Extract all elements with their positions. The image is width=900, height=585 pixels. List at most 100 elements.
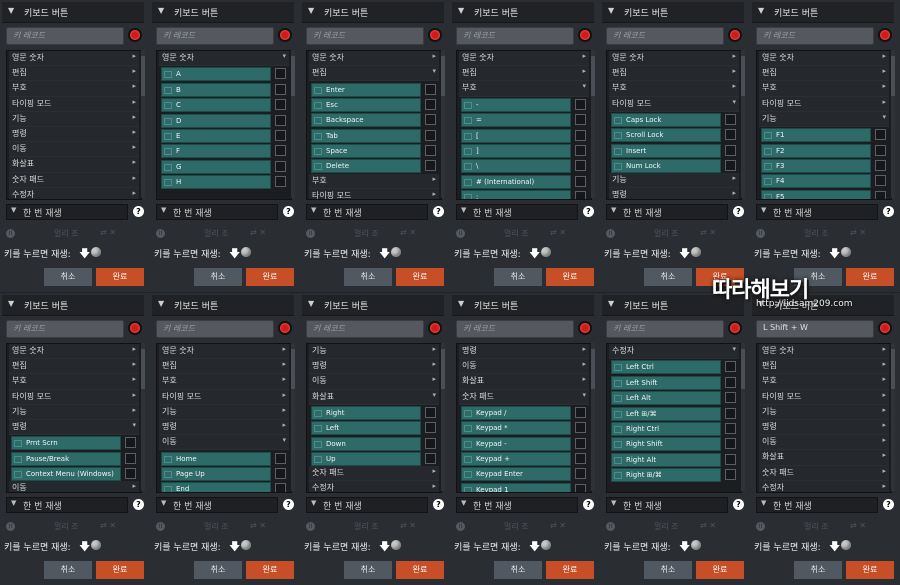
record-key-field[interactable]: 키 레코드 [306, 320, 424, 338]
category-row[interactable]: 수정자 ▸ [309, 481, 439, 492]
category-row[interactable]: 영문 숫자 ▸ [309, 51, 439, 67]
record-button[interactable] [728, 28, 742, 42]
key-item[interactable]: Right ⊞/⌘ [609, 468, 739, 482]
toggle-knob[interactable] [841, 247, 851, 257]
record-button[interactable] [278, 321, 292, 335]
toggle-knob[interactable] [91, 247, 101, 257]
done-button[interactable]: 완료 [546, 561, 594, 579]
key-checkbox[interactable] [875, 159, 886, 171]
category-row[interactable]: 부호 ▸ [309, 173, 439, 189]
key-checkbox[interactable] [425, 129, 436, 141]
record-key-field[interactable]: 키 레코드 [456, 27, 574, 45]
toggle-knob[interactable] [241, 247, 251, 257]
category-row[interactable]: 부호 ▸ [9, 374, 139, 390]
toggle-knob[interactable] [541, 540, 551, 550]
play-on-keypress-toggle[interactable]: 🡇 [227, 539, 255, 553]
key-button[interactable]: E [161, 128, 271, 143]
done-button[interactable]: 완료 [546, 268, 594, 286]
key-item[interactable]: Keypad / [459, 405, 589, 420]
category-row[interactable]: 편집 ▸ [459, 66, 589, 82]
category-row[interactable]: 영문 숫자 ▸ [9, 344, 139, 360]
category-row[interactable]: 명령 ▸ [759, 419, 889, 436]
list-scrollbar[interactable] [291, 50, 295, 198]
play-mode-dropdown[interactable]: ▼ 한 번 재생 [156, 204, 278, 220]
key-button[interactable]: F1 [761, 128, 871, 143]
key-category-list[interactable]: 영문 숫자 ▸ 편집 ▸ 부호 ▸ 타이핑 모드 ▸ 기능 ▾ F1 F2 F3 F4 F5 [756, 50, 892, 200]
key-item[interactable]: [ [459, 128, 589, 143]
key-category-list[interactable]: 기능 ▸ 명령 ▸ 이동 ▸ 화살표 ▾ Right Left Down Up 숫자 패드 ▸ 수정자 ▸ [306, 343, 442, 493]
key-button[interactable]: Left ⊞/⌘ [611, 406, 721, 421]
key-button[interactable]: Left [311, 421, 421, 436]
collapse-arrow-icon[interactable]: ▼ [8, 299, 14, 308]
category-row[interactable]: 기능 ▸ [9, 111, 139, 127]
help-icon[interactable]: ? [283, 206, 294, 217]
category-row[interactable]: 편집 ▸ [759, 359, 889, 375]
scrollbar-thumb[interactable] [891, 349, 895, 389]
category-row[interactable]: 명령 ▸ [9, 126, 139, 143]
key-checkbox[interactable] [575, 144, 586, 156]
key-checkbox[interactable] [425, 83, 436, 95]
category-row[interactable]: 명령 ▸ [309, 359, 439, 375]
key-button[interactable]: Down [311, 436, 421, 451]
category-row[interactable]: 숫자 패드 ▸ [9, 172, 139, 188]
key-item[interactable]: G [159, 159, 289, 174]
key-item[interactable]: Right [309, 405, 439, 420]
scrollbar-thumb[interactable] [591, 349, 595, 389]
record-key-field[interactable]: 키 레코드 [756, 27, 874, 45]
collapse-arrow-icon[interactable]: ▼ [458, 299, 464, 308]
key-category-list[interactable]: 영문 숫자 ▸ 편집 ▸ 부호 ▸ 타이핑 모드 ▸ 기능 ▸ 명령 ▸ 이동 ▾ Home Page Up E… [156, 343, 292, 493]
collapse-arrow-icon[interactable]: ▼ [158, 6, 164, 15]
key-button[interactable]: G [161, 159, 271, 174]
record-key-field[interactable]: 키 레코드 [6, 27, 124, 45]
key-category-list[interactable]: 영문 숫자 ▸ 편집 ▸ 부호 ▸ 타이핑 모드 ▾ Caps Lock Scroll Lock I… [606, 50, 742, 200]
key-item[interactable]: Keypad * [459, 421, 589, 436]
key-checkbox[interactable] [275, 99, 286, 111]
key-button[interactable]: Keypad - [461, 436, 571, 451]
key-checkbox[interactable] [875, 175, 886, 187]
scrollbar-thumb[interactable] [441, 349, 445, 389]
record-button[interactable] [428, 321, 442, 335]
key-checkbox[interactable] [725, 129, 736, 141]
toggle-knob[interactable] [841, 540, 851, 550]
help-icon[interactable]: ? [433, 499, 444, 510]
category-row[interactable]: 편집 ▸ [159, 359, 289, 375]
list-scrollbar[interactable] [141, 343, 145, 491]
record-key-field[interactable]: 키 레코드 [6, 320, 124, 338]
key-item[interactable]: - [459, 97, 589, 112]
key-checkbox[interactable] [725, 376, 736, 388]
key-button[interactable]: # (International) [461, 174, 571, 189]
key-checkbox[interactable] [275, 452, 286, 464]
key-category-list[interactable]: 수정자 ▾ Left Ctrl Left Shift Left Alt Left ⊞/⌘ R… [606, 343, 742, 493]
category-row[interactable]: 이동 ▸ [459, 359, 589, 375]
play-on-keypress-toggle[interactable]: 🡇 [677, 539, 705, 553]
play-on-keypress-toggle[interactable]: 🡇 [227, 246, 255, 260]
done-button[interactable]: 완료 [246, 561, 294, 579]
key-button[interactable]: ; [461, 190, 571, 199]
cancel-button[interactable]: 취소 [194, 268, 242, 286]
collapse-arrow-icon[interactable]: ▼ [308, 299, 314, 308]
key-button[interactable]: Prnt Scrn [11, 436, 121, 451]
key-button[interactable]: Left Shift [611, 375, 721, 390]
category-row[interactable]: 기능 ▸ [9, 404, 139, 420]
key-checkbox[interactable] [275, 129, 286, 141]
category-row[interactable]: 숫자 패드 ▸ [759, 465, 889, 481]
record-button[interactable] [728, 321, 742, 335]
help-icon[interactable]: ? [883, 499, 894, 510]
key-item[interactable]: Context Menu (Windows) [9, 467, 139, 482]
play-mode-dropdown[interactable]: ▼ 한 번 재생 [306, 497, 428, 513]
play-on-keypress-toggle[interactable]: 🡇 [377, 246, 405, 260]
help-icon[interactable]: ? [583, 206, 594, 217]
key-checkbox[interactable] [425, 453, 436, 465]
key-checkbox[interactable] [575, 160, 586, 172]
play-mode-dropdown[interactable]: ▼ 한 번 재생 [456, 204, 578, 220]
key-item[interactable]: Caps Lock [609, 112, 739, 127]
category-row[interactable]: 타이핑 모드 ▾ [609, 96, 739, 112]
category-row[interactable]: 이동 ▸ [309, 374, 439, 390]
help-icon[interactable]: ? [583, 499, 594, 510]
category-row[interactable]: 편집 ▸ [759, 66, 889, 82]
scrollbar-thumb[interactable] [741, 349, 745, 389]
key-button[interactable]: F [161, 144, 271, 159]
key-button[interactable]: \ [461, 159, 571, 174]
category-row[interactable]: 숫자 패드 ▸ [309, 466, 439, 482]
category-row[interactable]: 타이핑 모드 ▸ [159, 389, 289, 405]
